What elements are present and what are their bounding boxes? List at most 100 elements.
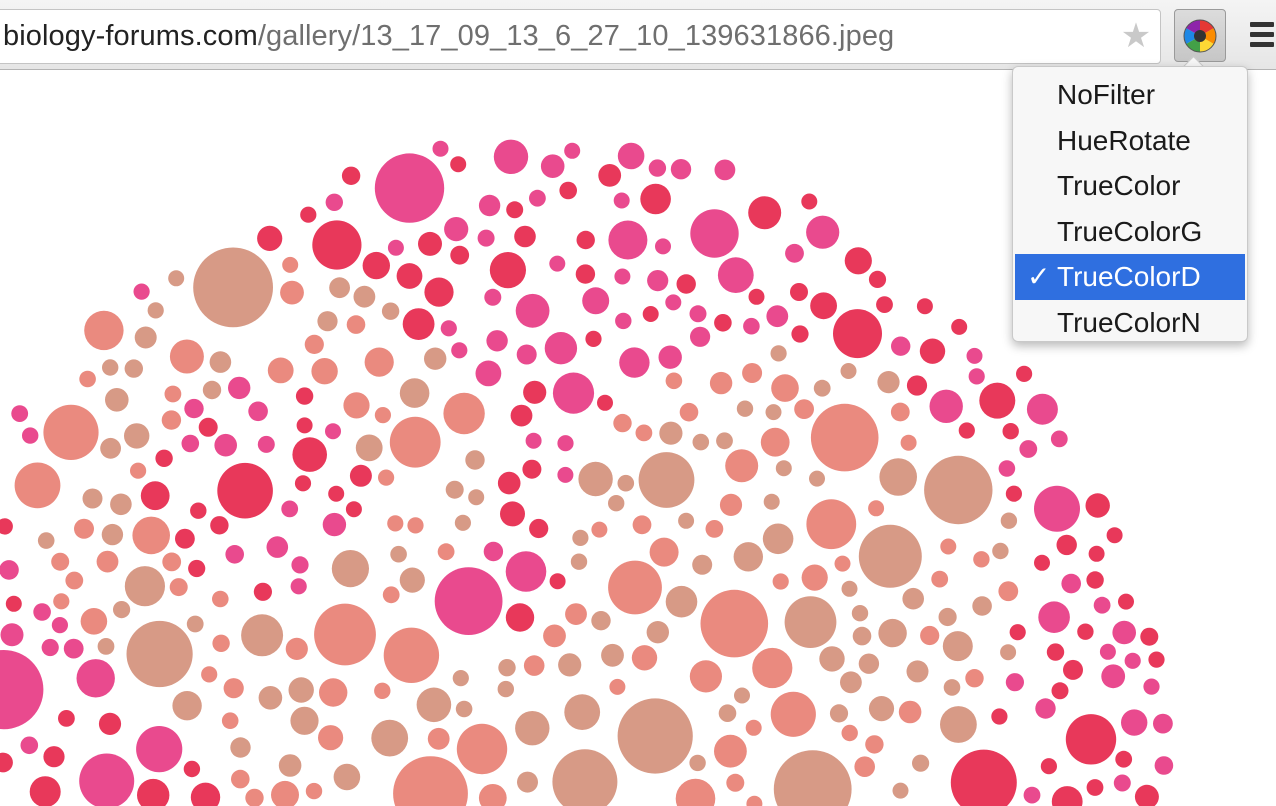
color-dot	[1061, 573, 1081, 594]
color-dot	[617, 474, 635, 492]
address-bar[interactable]: biology-forums.com/gallery/13_17_09_13_6…	[0, 9, 1161, 64]
color-dot	[271, 780, 299, 806]
color-dot	[353, 285, 376, 308]
color-dot	[65, 571, 84, 590]
color-dot	[223, 678, 244, 699]
color-dot	[393, 756, 468, 806]
color-dot	[483, 541, 504, 562]
color-dot	[517, 771, 538, 793]
color-dot	[655, 238, 671, 255]
color-dot	[212, 590, 229, 608]
color-dot	[22, 427, 39, 444]
color-dot	[169, 578, 188, 597]
menu-item-truecolorn[interactable]: TrueColorN	[1013, 300, 1247, 346]
color-dot	[51, 552, 70, 571]
color-dot	[74, 518, 94, 539]
color-dot	[484, 288, 502, 306]
color-dot	[916, 298, 933, 315]
color-dot	[1046, 643, 1065, 661]
color-dot	[549, 573, 566, 590]
color-dot	[132, 516, 170, 555]
color-dot	[876, 296, 893, 313]
color-dot	[690, 209, 739, 258]
color-dot	[743, 317, 760, 335]
color-dot	[659, 421, 683, 445]
menu-item-truecolorg[interactable]: TrueColorG	[1013, 209, 1247, 255]
color-dot	[105, 388, 129, 412]
color-dot	[258, 686, 283, 710]
color-dot	[689, 754, 706, 772]
color-dot	[902, 587, 924, 610]
color-dot	[564, 142, 581, 159]
color-dot	[343, 392, 370, 419]
menu-item-huerotate[interactable]: HueRotate	[1013, 118, 1247, 164]
color-dot	[285, 637, 308, 661]
color-dot	[540, 154, 565, 178]
color-dot	[525, 432, 542, 449]
color-dot	[801, 564, 828, 591]
color-dot	[1088, 545, 1105, 562]
color-dot	[349, 464, 372, 487]
color-dot	[906, 660, 929, 683]
color-dot	[295, 387, 314, 405]
color-dot	[1034, 554, 1050, 571]
color-dot	[942, 631, 973, 662]
color-dot	[973, 551, 990, 568]
color-dot	[1077, 623, 1094, 640]
color-dot	[597, 394, 613, 411]
color-dot	[858, 524, 922, 588]
url-text[interactable]: biology-forums.com/gallery/13_17_09_13_6…	[0, 20, 894, 53]
color-dot	[544, 332, 578, 365]
color-dot	[41, 638, 59, 657]
color-dot	[991, 708, 1008, 725]
color-dot	[477, 229, 495, 247]
menu-item-nofilter[interactable]: NoFilter	[1013, 72, 1247, 118]
color-dot	[333, 763, 361, 791]
color-dot	[529, 518, 549, 539]
menu-item-truecolord[interactable]: ✓ TrueColorD	[1015, 254, 1245, 300]
color-dot	[640, 183, 671, 215]
color-dot	[162, 552, 182, 572]
color-dot	[221, 712, 239, 729]
color-dot	[1124, 652, 1141, 669]
color-dot	[635, 424, 653, 442]
hamburger-menu-icon[interactable]	[1246, 18, 1276, 52]
color-dot	[972, 596, 992, 616]
color-dot	[475, 360, 502, 387]
color-dot	[575, 264, 596, 284]
color-dot	[63, 638, 84, 659]
color-dot	[613, 413, 632, 433]
color-dot	[523, 655, 545, 676]
color-dot	[209, 351, 232, 373]
color-dot	[193, 247, 273, 328]
color-dot	[851, 605, 869, 622]
color-dot	[998, 581, 1019, 602]
color-dot	[1040, 758, 1057, 775]
color-dot	[434, 567, 503, 635]
color-dot	[940, 706, 977, 743]
color-dot	[341, 166, 361, 185]
color-dot	[399, 567, 425, 593]
color-dot	[676, 274, 696, 294]
menu-item-truecolor[interactable]: TrueColor	[1013, 163, 1247, 209]
color-dot	[407, 517, 424, 534]
color-dot	[294, 475, 312, 492]
color-dot	[690, 326, 711, 347]
color-dot	[813, 379, 831, 397]
star-icon[interactable]: ★	[1118, 18, 1154, 54]
check-mark-icon: ✓	[1027, 261, 1051, 292]
color-dot	[950, 749, 1017, 806]
color-dot	[281, 500, 299, 518]
color-dot	[257, 225, 283, 251]
color-dot	[609, 678, 626, 695]
color-dot	[186, 615, 204, 633]
color-filter-extension-button[interactable]	[1174, 9, 1226, 62]
color-dot	[478, 194, 501, 217]
color-dot	[140, 481, 170, 511]
color-dot	[1019, 440, 1038, 458]
color-dot	[0, 518, 13, 535]
color-dot	[1153, 713, 1173, 734]
filter-menu-popup: NoFilter HueRotate TrueColor TrueColorG …	[1012, 66, 1248, 342]
color-dot	[1026, 393, 1058, 425]
color-dot	[943, 679, 961, 696]
